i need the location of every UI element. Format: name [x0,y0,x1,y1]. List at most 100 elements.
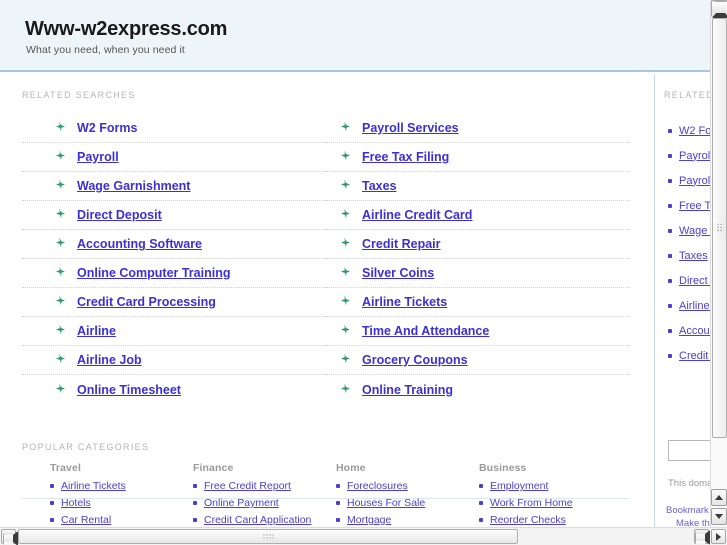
related-search-row[interactable]: Taxes [326,172,630,201]
category-item[interactable]: Car Rental [50,514,193,526]
sidebar-link[interactable]: Airline Credit Card [679,300,710,312]
related-search-link[interactable]: Airline Tickets [362,295,447,309]
sidebar-item[interactable]: Credit Repair [668,343,710,368]
related-search-row[interactable]: Payroll [22,143,326,172]
category-item[interactable]: Hotels [50,497,193,509]
category-item[interactable]: Houses For Sale [336,497,479,509]
bookmark-page-link[interactable]: Bookmark this page [666,504,710,517]
inner-scroll-down-button[interactable] [711,508,727,525]
sidebar-link[interactable]: W2 Forms [679,125,710,137]
inner-scroll-up-button[interactable] [711,489,727,506]
sidebar-link[interactable]: Wage Garnishment [679,225,710,237]
sidebar-item[interactable]: W2 Forms [668,118,710,143]
sidebar-item[interactable]: Airline Credit Card [668,293,710,318]
category-item[interactable]: Mortgage [336,514,479,526]
category-link[interactable]: Work From Home [490,497,573,509]
category-link[interactable]: Houses For Sale [347,497,425,509]
category-item[interactable]: Online Payment [193,497,336,509]
related-search-link[interactable]: Grocery Coupons [362,353,468,367]
category-item[interactable]: Airline Tickets [50,480,193,492]
related-search-row[interactable]: Airline [22,317,326,346]
sidebar-item[interactable]: Accounting Software [668,318,710,343]
related-search-link[interactable]: Direct Deposit [77,208,162,222]
related-search-row[interactable]: Airline Tickets [326,288,630,317]
related-search-row[interactable]: Direct Deposit [22,201,326,230]
category-item[interactable]: Credit Card Application [193,514,336,526]
category-link[interactable]: Hotels [61,497,91,509]
related-search-link[interactable]: Taxes [362,179,397,193]
sidebar-link[interactable]: Accounting Software [679,325,710,337]
horizontal-scroll-thumb[interactable] [18,529,518,544]
related-search-row[interactable]: Credit Card Processing [22,288,326,317]
category-link[interactable]: Foreclosures [347,480,408,492]
category-item[interactable]: Free Credit Report [193,480,336,492]
related-search-row[interactable]: Credit Repair [326,230,630,259]
category-link[interactable]: Car Rental [61,514,111,526]
category-link[interactable]: Employment [490,480,548,492]
sidebar-link[interactable]: Free Tax Filing [679,200,710,212]
related-search-row[interactable]: Online Timesheet [22,375,326,404]
category-item[interactable]: Reorder Checks [479,514,622,526]
related-search-link[interactable]: Online Timesheet [77,383,181,397]
related-search-link[interactable]: Payroll [77,150,119,164]
related-search-row[interactable]: Silver Coins [326,259,630,288]
related-search-link[interactable]: Credit Repair [362,237,441,251]
related-search-link[interactable]: Free Tax Filing [362,150,449,164]
sidebar-item[interactable]: Wage Garnishment [668,218,710,243]
related-search-row[interactable]: Payroll Services [326,114,630,143]
sidebar-item[interactable]: Taxes [668,243,710,268]
related-search-link[interactable]: Airline Credit Card [362,208,472,222]
category-link[interactable]: Online Payment [204,497,279,509]
sidebar-item[interactable]: Payroll [668,143,710,168]
inner-sidebar-scrollbar[interactable] [711,489,727,527]
category-item[interactable]: Foreclosures [336,480,479,492]
related-search-link[interactable]: Wage Garnishment [77,179,190,193]
category-link[interactable]: Mortgage [347,514,391,526]
scroll-right-button[interactable] [711,529,726,544]
category-link[interactable]: Reorder Checks [490,514,566,526]
related-search-link[interactable]: Online Computer Training [77,266,230,280]
sidebar-link[interactable]: Taxes [679,250,708,262]
related-search-row[interactable]: Online Computer Training [22,259,326,288]
related-search-link[interactable]: Airline Job [77,353,142,367]
sidebar-link[interactable]: Payroll Services [679,175,710,187]
related-search-row[interactable]: Free Tax Filing [326,143,630,172]
category-link[interactable]: Free Credit Report [204,480,291,492]
related-search-row[interactable]: Time And Attendance [326,317,630,346]
scroll-right-buttons[interactable] [694,529,726,545]
sidebar-search-input[interactable] [668,440,710,461]
horizontal-scrollbar[interactable] [0,527,727,545]
related-search-link[interactable]: Time And Attendance [362,324,489,338]
category-column-finance: Finance Free Credit Report Online Paymen… [193,462,336,527]
related-search-link[interactable]: Payroll Services [362,121,459,135]
related-search-row[interactable]: Grocery Coupons [326,346,630,375]
category-link[interactable]: Airline Tickets [61,480,126,492]
related-search-link[interactable]: Online Training [362,383,453,397]
related-search-link[interactable]: W2 Forms [77,121,137,135]
related-search-link[interactable]: Credit Card Processing [77,295,216,309]
vertical-scrollbar[interactable] [710,0,727,527]
sidebar-link[interactable]: Credit Repair [679,350,710,362]
related-search-row[interactable]: Airline Job [22,346,326,375]
related-search-row[interactable]: Accounting Software [22,230,326,259]
vertical-scroll-thumb[interactable] [712,18,727,438]
sidebar-link[interactable]: Payroll [679,150,710,162]
category-link[interactable]: Credit Card Application [204,514,311,526]
related-search-link[interactable]: Silver Coins [362,266,434,280]
category-item[interactable]: Employment [479,480,622,492]
sidebar-link[interactable]: Direct Deposit [679,275,710,287]
sidebar-item[interactable]: Direct Deposit [668,268,710,293]
scroll-up-button[interactable] [711,0,727,18]
related-search-link[interactable]: Airline [77,324,116,338]
related-search-link[interactable]: Accounting Software [77,237,202,251]
related-search-row[interactable]: Wage Garnishment [22,172,326,201]
category-item[interactable]: Work From Home [479,497,622,509]
scroll-left-button[interactable] [1,529,18,545]
sidebar-item[interactable]: Free Tax Filing [668,193,710,218]
related-search-row[interactable]: Airline Credit Card [326,201,630,230]
related-search-row[interactable]: W2 Forms [22,114,326,143]
sidebar-item[interactable]: Payroll Services [668,168,710,193]
related-search-row[interactable]: Online Training [326,375,630,404]
scroll-left-button-secondary[interactable] [694,529,710,545]
set-homepage-link[interactable]: Make this my homepage [676,517,710,527]
